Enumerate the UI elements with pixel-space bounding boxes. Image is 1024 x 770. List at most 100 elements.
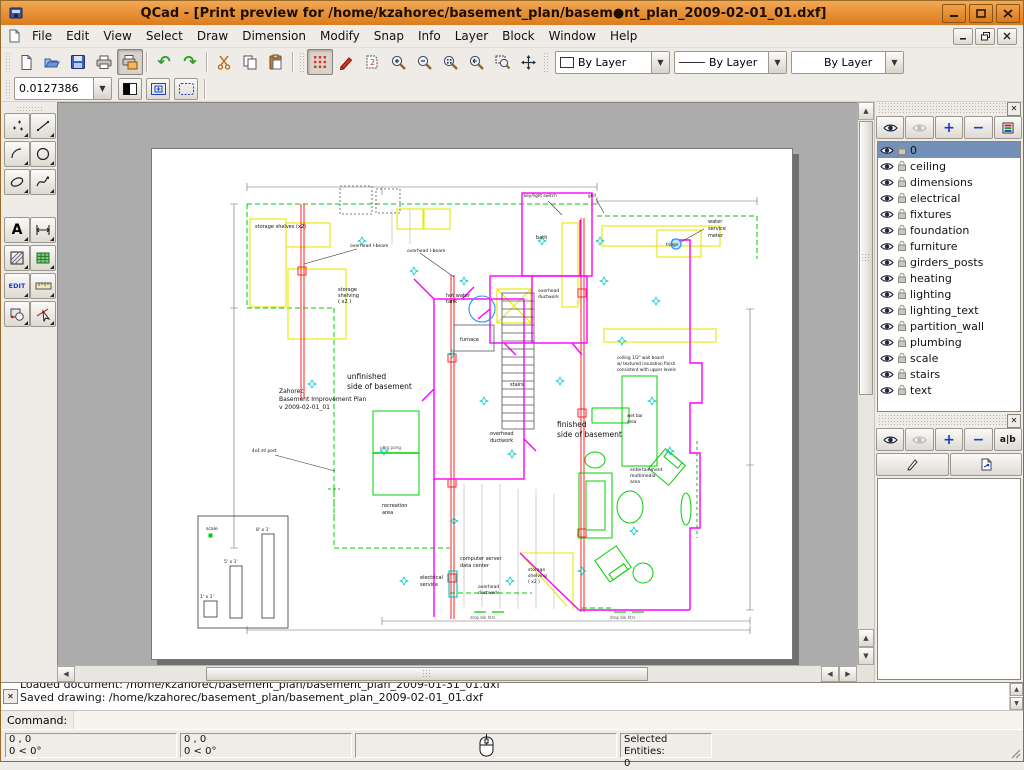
tool-measure-button[interactable]	[30, 273, 56, 299]
layer-row-furniture[interactable]: furniture	[878, 238, 1020, 254]
remove-block-button[interactable]: −	[964, 428, 992, 451]
insert-block-button[interactable]	[950, 453, 1023, 476]
grid-toggle-button[interactable]	[307, 49, 333, 75]
chevron-down-icon[interactable]: ▼	[93, 78, 111, 99]
horizontal-scrollbar[interactable]: ◀ ◀ ▶	[57, 665, 857, 682]
tool-splines-button[interactable]	[30, 169, 56, 195]
layer-visible-icon[interactable]	[880, 322, 894, 331]
layer-row-heating[interactable]: heating	[878, 270, 1020, 286]
tool-lines-button[interactable]	[30, 113, 56, 139]
scroll-up-arrow2[interactable]: ▲	[858, 629, 874, 647]
layer-lock-icon[interactable]	[897, 176, 907, 188]
layer-list[interactable]: 0 ceiling dimensions electrical fixtures…	[877, 141, 1021, 412]
color-combo[interactable]: By Layer ▼	[555, 51, 670, 74]
print-button[interactable]	[91, 49, 117, 75]
zoom-out-button[interactable]	[411, 49, 437, 75]
layer-row-0[interactable]: 0	[878, 142, 1020, 158]
tool-blocks-button[interactable]	[4, 301, 30, 327]
maximize-button[interactable]	[969, 4, 993, 23]
layer-lock-icon[interactable]	[897, 272, 907, 284]
layer-attributes-button[interactable]	[994, 116, 1022, 139]
toolbar-drag-handle[interactable]	[299, 52, 305, 72]
zoom-in-button[interactable]	[385, 49, 411, 75]
layer-lock-icon[interactable]	[897, 256, 907, 268]
menu-item-edit[interactable]: Edit	[59, 27, 96, 45]
cut-button[interactable]	[211, 49, 237, 75]
mdi-minimize-button[interactable]	[953, 28, 973, 45]
hide-all-blocks-button[interactable]	[905, 428, 933, 451]
layer-panel-handle[interactable]: ✕	[875, 102, 1023, 115]
save-button[interactable]	[65, 49, 91, 75]
block-list[interactable]	[877, 478, 1021, 680]
scroll-down-arrow[interactable]: ▼	[1010, 697, 1023, 710]
tool-circles-button[interactable]	[30, 141, 56, 167]
chevron-down-icon[interactable]: ▼	[651, 52, 669, 73]
layer-row-dimensions[interactable]: dimensions	[878, 174, 1020, 190]
layer-row-text[interactable]: text	[878, 382, 1020, 398]
layer-row-stairs[interactable]: stairs	[878, 366, 1020, 382]
layer-row-girders_posts[interactable]: girders_posts	[878, 254, 1020, 270]
layer-visible-icon[interactable]	[880, 290, 894, 299]
layer-lock-icon[interactable]	[897, 304, 907, 316]
menu-item-view[interactable]: View	[96, 27, 138, 45]
layer-lock-icon[interactable]	[897, 160, 907, 172]
menu-item-window[interactable]: Window	[542, 27, 603, 45]
layer-visible-icon[interactable]	[880, 338, 894, 347]
add-layer-button[interactable]: +	[935, 116, 963, 139]
layer-lock-icon[interactable]	[897, 384, 907, 396]
toolbar-drag-handle[interactable]	[543, 52, 549, 72]
layer-lock-icon[interactable]	[897, 144, 907, 156]
menu-item-select[interactable]: Select	[139, 27, 190, 45]
draw-pencil-button[interactable]	[333, 49, 359, 75]
layer-row-plumbing[interactable]: plumbing	[878, 334, 1020, 350]
layer-visible-icon[interactable]	[880, 306, 894, 315]
layer-lock-icon[interactable]	[897, 240, 907, 252]
mdi-document-icon[interactable]	[7, 29, 21, 43]
copy-button[interactable]	[237, 49, 263, 75]
command-input[interactable]	[74, 711, 1023, 729]
open-file-button[interactable]	[39, 49, 65, 75]
scale-combo[interactable]: 0.0127386 ▼	[14, 77, 112, 100]
rename-block-button[interactable]: a|b	[994, 428, 1022, 451]
tool-edit-button[interactable]: EDIT	[4, 273, 30, 299]
layer-visible-icon[interactable]	[880, 258, 894, 267]
tool-ellipses-button[interactable]	[4, 169, 30, 195]
command-history-lines[interactable]: Loaded document: /home/kzahorec/basement…	[20, 683, 1009, 710]
layer-row-fixtures[interactable]: fixtures	[878, 206, 1020, 222]
layer-lock-icon[interactable]	[897, 192, 907, 204]
close-icon[interactable]: ✕	[1007, 414, 1021, 428]
paste-button[interactable]	[263, 49, 289, 75]
hide-all-layers-button[interactable]	[905, 116, 933, 139]
layer-lock-icon[interactable]	[897, 208, 907, 220]
scroll-left-arrow[interactable]: ◀	[57, 666, 75, 682]
show-all-blocks-button[interactable]	[876, 428, 904, 451]
black-white-toggle-button[interactable]	[118, 78, 142, 100]
close-button[interactable]	[996, 4, 1020, 23]
layer-visible-icon[interactable]	[880, 274, 894, 283]
layer-visible-icon[interactable]	[880, 242, 894, 251]
layer-visible-icon[interactable]	[880, 210, 894, 219]
close-icon[interactable]: ✕	[3, 689, 18, 704]
menu-item-modify[interactable]: Modify	[313, 27, 367, 45]
chevron-down-icon[interactable]: ▼	[768, 52, 786, 73]
menu-item-snap[interactable]: Snap	[367, 27, 411, 45]
redo-button[interactable]: ↷	[177, 49, 203, 75]
tool-select-button[interactable]	[30, 301, 56, 327]
close-icon[interactable]: ✕	[1007, 102, 1021, 116]
chevron-down-icon[interactable]: ▼	[885, 52, 903, 73]
layer-visible-icon[interactable]	[880, 146, 894, 155]
center-plot-button[interactable]	[146, 78, 170, 100]
block-panel-handle[interactable]: ✕	[875, 414, 1023, 427]
layer-lock-icon[interactable]	[897, 352, 907, 364]
vertical-scroll-thumb[interactable]	[859, 121, 873, 395]
add-block-button[interactable]: +	[935, 428, 963, 451]
edit-block-button[interactable]	[876, 453, 949, 476]
linetype-combo[interactable]: By Layer ▼	[674, 51, 787, 74]
linewidth-combo[interactable]: By Layer ▼	[791, 51, 904, 74]
layer-row-partition_wall[interactable]: partition_wall	[878, 318, 1020, 334]
layer-visible-icon[interactable]	[880, 194, 894, 203]
zoom-window-button[interactable]	[489, 49, 515, 75]
toolbar-drag-handle[interactable]	[5, 52, 11, 72]
resize-grip[interactable]	[1009, 747, 1021, 759]
tool-dimensions-button[interactable]	[30, 217, 56, 243]
